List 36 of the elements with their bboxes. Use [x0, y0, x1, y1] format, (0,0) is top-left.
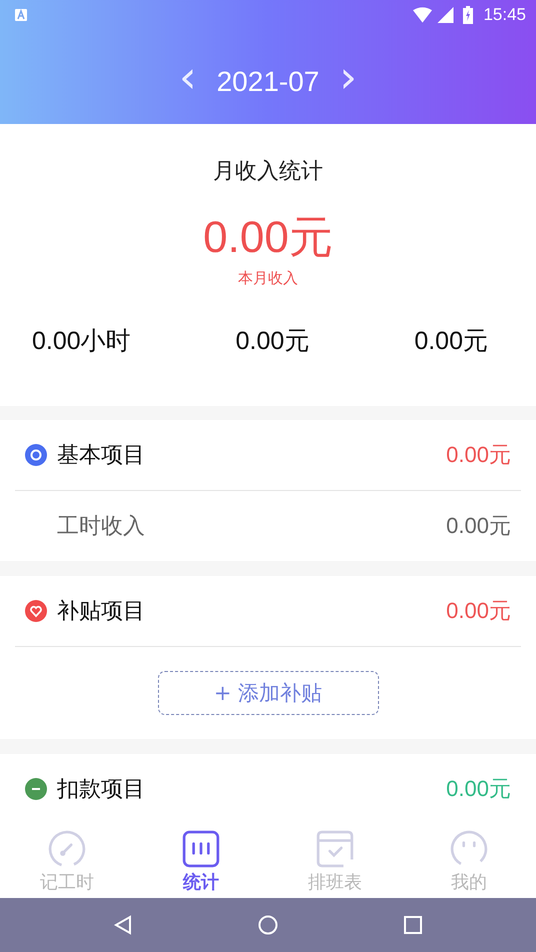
battery-icon: [463, 6, 474, 24]
section-title: 扣款项目: [57, 776, 146, 804]
next-month-button[interactable]: ›: [333, 56, 363, 108]
signal-icon: [436, 7, 456, 23]
calendar-check-icon: [316, 830, 354, 868]
tab[interactable]: 我的: [402, 824, 536, 898]
ring-icon: [25, 444, 47, 466]
summary-title: 月收入统计: [213, 158, 323, 186]
recents-icon[interactable]: [403, 915, 424, 936]
notification-icon: [15, 9, 27, 21]
add-subsidy-button[interactable]: + 添加补贴: [158, 670, 378, 715]
section-amount: 0.00元: [446, 774, 511, 803]
section-amount: 0.00元: [446, 441, 511, 470]
back-icon[interactable]: [112, 915, 133, 936]
bar-chart-icon: [182, 830, 220, 868]
stat-value: 0.00小时: [32, 326, 131, 357]
minus-icon: [25, 778, 47, 800]
month-label: 2021-07: [216, 66, 320, 98]
home-icon[interactable]: [258, 915, 278, 936]
item-label: 工时收入: [57, 513, 146, 542]
face-icon: [450, 830, 488, 868]
section-amount: 0.00元: [446, 596, 511, 625]
previous-month-button[interactable]: ‹: [173, 56, 203, 108]
monthly-income-amount: 0.00元: [203, 212, 333, 264]
status-time: 15:45: [483, 5, 526, 25]
stat-value: 0.00元: [236, 326, 310, 357]
section-title: 补贴项目: [57, 598, 146, 626]
tab[interactable]: 统计: [134, 824, 268, 898]
wifi-icon: [413, 7, 432, 23]
gauge-icon: [48, 830, 86, 868]
tab[interactable]: 记工时: [0, 824, 134, 898]
section-title: 基本项目: [57, 442, 146, 470]
stat-value: 0.00元: [414, 326, 488, 357]
item-value: 0.00元: [446, 512, 511, 540]
tab[interactable]: 排班表: [268, 824, 402, 898]
monthly-income-caption: 本月收入: [238, 268, 298, 288]
